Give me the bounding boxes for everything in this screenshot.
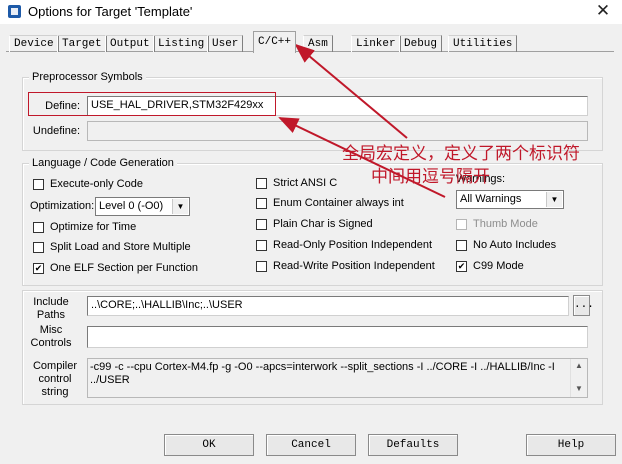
optimize-time-label: Optimize for Time [50, 221, 137, 233]
preprocessor-group-label: Preprocessor Symbols [29, 71, 146, 83]
scroll-up-icon[interactable]: ▲ [571, 359, 587, 372]
thumb-mode-checkbox[interactable] [456, 219, 467, 230]
enum-int-checkbox[interactable] [256, 198, 267, 209]
window-title: Options for Target 'Template' [28, 4, 193, 19]
tab-debug[interactable]: Debug [399, 35, 443, 52]
compiler-string-label-line3: string [41, 386, 69, 398]
ok-button[interactable]: OK [164, 434, 254, 456]
tab-user[interactable]: User [207, 35, 244, 52]
tab-device[interactable]: Device [9, 35, 59, 52]
one-elf-checkbox[interactable]: ✔ [33, 263, 44, 274]
title-bar: Options for Target 'Template' ✕ [0, 0, 622, 24]
close-icon[interactable]: ✕ [592, 1, 614, 21]
annotation-line1: 全局宏定义，定义了两个标识符 [342, 144, 580, 163]
optimization-label: Optimization: [30, 200, 95, 212]
plain-char-label: Plain Char is Signed [273, 218, 373, 230]
optimization-select[interactable]: Level 0 (-O0) ▼ [95, 197, 190, 216]
defaults-button[interactable]: Defaults [368, 434, 458, 456]
rw-pos-label: Read-Write Position Independent [273, 260, 435, 272]
strict-ansi-label: Strict ANSI C [273, 177, 338, 189]
tab-listing[interactable]: Listing [153, 35, 210, 52]
help-button[interactable]: Help [526, 434, 616, 456]
misc-controls-label: Misc Controls [28, 324, 74, 350]
check-icon: ✔ [34, 263, 43, 273]
cancel-button[interactable]: Cancel [266, 434, 356, 456]
tab-output[interactable]: Output [105, 35, 155, 52]
strict-ansi-checkbox[interactable] [256, 178, 267, 189]
split-load-checkbox[interactable] [33, 242, 44, 253]
execute-only-label: Execute-only Code [50, 178, 143, 190]
rw-pos-checkbox[interactable] [256, 261, 267, 272]
compiler-string-label: Compiler control string [28, 360, 82, 399]
undefine-input[interactable] [87, 121, 588, 141]
optimize-time-checkbox[interactable] [33, 222, 44, 233]
warnings-value: All Warnings [460, 193, 522, 205]
no-auto-includes-label: No Auto Includes [473, 239, 557, 251]
include-paths-label-line2: Paths [36, 309, 66, 321]
chevron-down-icon: ▼ [546, 192, 562, 207]
include-paths-input[interactable]: ..\CORE;..\HALLIB\Inc;..\USER [87, 296, 569, 316]
optimization-value: Level 0 (-O0) [99, 200, 164, 212]
tab-target[interactable]: Target [57, 35, 107, 52]
app-icon [8, 5, 21, 18]
misc-controls-input[interactable] [87, 326, 588, 348]
ro-pos-label: Read-Only Position Independent [273, 239, 432, 251]
tab-c-cpp[interactable]: C/C++ [253, 31, 297, 53]
warnings-select[interactable]: All Warnings ▼ [456, 190, 564, 209]
split-load-label: Split Load and Store Multiple [50, 241, 191, 253]
c99-mode-label: C99 Mode [473, 260, 524, 272]
plain-char-checkbox[interactable] [256, 219, 267, 230]
tab-linker[interactable]: Linker [351, 35, 401, 52]
include-paths-label-line1: Include [33, 296, 69, 308]
language-group-label: Language / Code Generation [29, 157, 177, 169]
compiler-string-text: -c99 -c --cpu Cortex-M4.fp -g -O0 --apcs… [90, 361, 555, 386]
include-paths-label: Include Paths [28, 296, 74, 322]
chevron-down-icon: ▼ [172, 199, 188, 214]
misc-controls-label-line2: Controls [30, 337, 72, 349]
compiler-string-scrollbar[interactable]: ▲ ▼ [570, 359, 587, 397]
execute-only-checkbox[interactable] [33, 179, 44, 190]
c99-mode-checkbox[interactable]: ✔ [456, 261, 467, 272]
compiler-string-label-line1: Compiler [32, 360, 77, 372]
tab-utilities[interactable]: Utilities [448, 35, 518, 52]
scroll-down-icon[interactable]: ▼ [571, 382, 587, 395]
enum-int-label: Enum Container always int [273, 197, 404, 209]
misc-controls-label-line1: Misc [39, 324, 63, 336]
thumb-mode-label: Thumb Mode [473, 218, 538, 230]
include-paths-browse-button[interactable]: ... [573, 295, 594, 316]
compiler-string-label-line2: control [38, 373, 72, 385]
annotation-line2: 中间用逗号隔开 [371, 167, 490, 186]
define-highlight-box [28, 92, 276, 116]
check-icon: ✔ [457, 261, 466, 271]
ro-pos-checkbox[interactable] [256, 240, 267, 251]
no-auto-includes-checkbox[interactable] [456, 240, 467, 251]
tab-asm[interactable]: Asm [303, 35, 333, 52]
one-elf-label: One ELF Section per Function [50, 262, 198, 274]
compiler-string-box[interactable]: -c99 -c --cpu Cortex-M4.fp -g -O0 --apcs… [87, 358, 588, 398]
undefine-label: Undefine: [32, 125, 80, 137]
